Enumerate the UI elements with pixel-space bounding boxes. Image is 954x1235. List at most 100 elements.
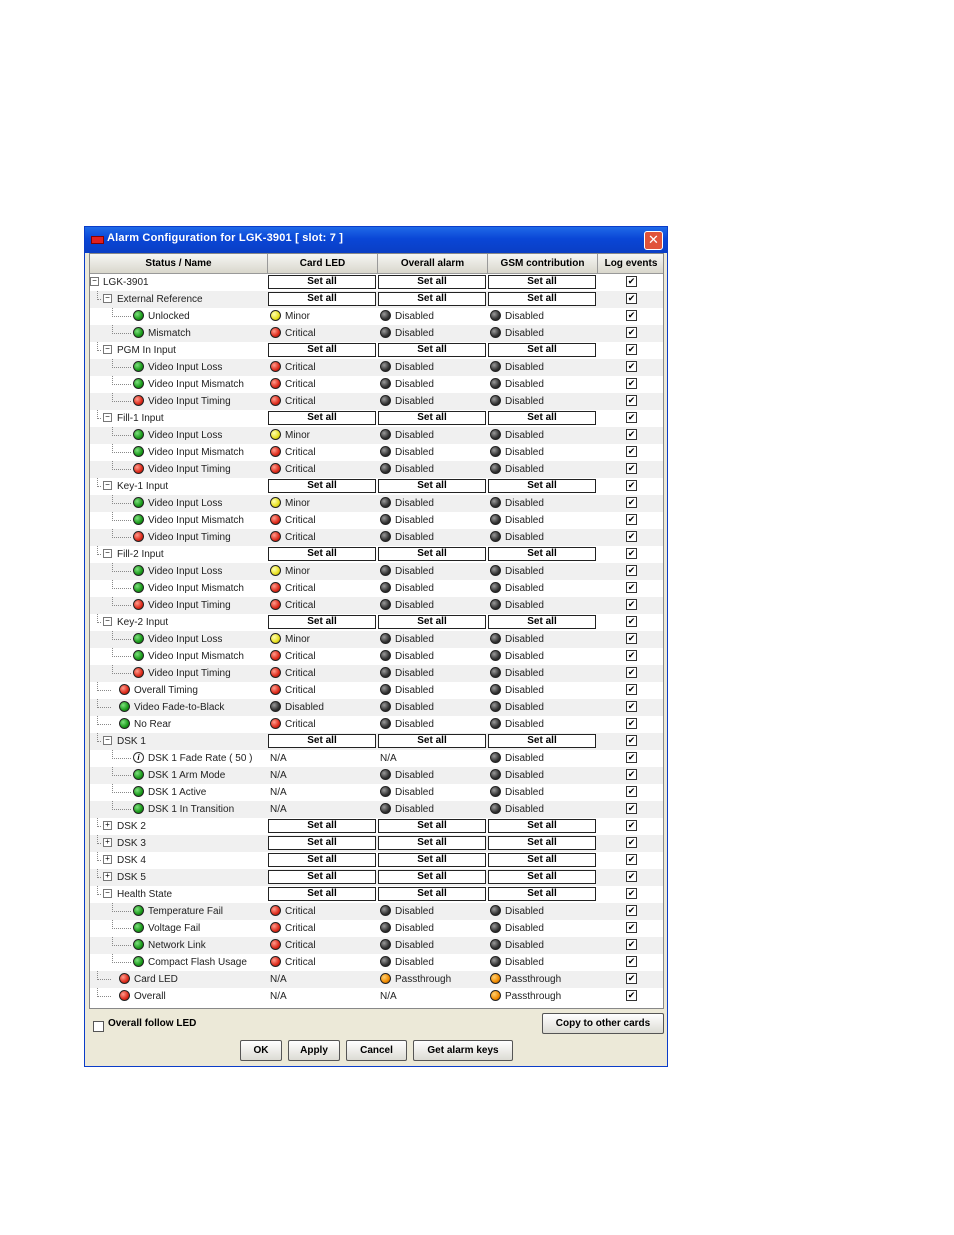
gsm-value[interactable]: Disabled [490,716,544,733]
apply-button[interactable]: Apply [288,1040,340,1061]
log-events-checkbox[interactable]: ✔ [626,480,637,491]
overall-alarm-value[interactable]: Disabled [380,597,434,614]
set-all-overall-alarm-button[interactable]: Set all [378,870,486,884]
gsm-value[interactable]: Disabled [490,665,544,682]
gsm-value[interactable]: Disabled [490,954,544,971]
card-led-value[interactable]: Critical [270,920,316,937]
overall-alarm-value[interactable]: Passthrough [380,971,451,988]
set-all-gsm-button[interactable]: Set all [488,734,596,748]
log-events-checkbox[interactable]: ✔ [626,973,637,984]
expand-icon[interactable]: + [103,821,112,830]
set-all-card-led-button[interactable]: Set all [268,819,376,833]
gsm-value[interactable]: Disabled [490,631,544,648]
card-led-value[interactable]: Minor [270,563,310,580]
set-all-card-led-button[interactable]: Set all [268,734,376,748]
card-led-value[interactable]: N/A [270,750,287,767]
gsm-value[interactable]: Disabled [490,597,544,614]
set-all-gsm-button[interactable]: Set all [488,615,596,629]
set-all-overall-alarm-button[interactable]: Set all [378,275,486,289]
gsm-value[interactable]: Disabled [490,393,544,410]
gsm-value[interactable]: Disabled [490,563,544,580]
log-events-checkbox[interactable]: ✔ [626,582,637,593]
header-overall-alarm[interactable]: Overall alarm [378,254,488,274]
log-events-checkbox[interactable]: ✔ [626,344,637,355]
log-events-checkbox[interactable]: ✔ [626,939,637,950]
collapse-icon[interactable]: − [103,889,112,898]
header-log-events[interactable]: Log events [598,254,663,274]
overall-alarm-value[interactable]: Disabled [380,444,434,461]
set-all-card-led-button[interactable]: Set all [268,411,376,425]
set-all-gsm-button[interactable]: Set all [488,547,596,561]
set-all-gsm-button[interactable]: Set all [488,819,596,833]
set-all-card-led-button[interactable]: Set all [268,343,376,357]
set-all-overall-alarm-button[interactable]: Set all [378,615,486,629]
set-all-overall-alarm-button[interactable]: Set all [378,479,486,493]
card-led-value[interactable]: N/A [270,801,287,818]
gsm-value[interactable]: Disabled [490,801,544,818]
set-all-gsm-button[interactable]: Set all [488,870,596,884]
card-led-value[interactable]: N/A [270,988,287,1005]
log-events-checkbox[interactable]: ✔ [626,327,637,338]
set-all-overall-alarm-button[interactable]: Set all [378,547,486,561]
ok-button[interactable]: OK [240,1040,282,1061]
log-events-checkbox[interactable]: ✔ [626,310,637,321]
expand-icon[interactable]: + [103,872,112,881]
overall-alarm-value[interactable]: Disabled [380,682,434,699]
gsm-value[interactable]: Disabled [490,512,544,529]
gsm-value[interactable]: Disabled [490,461,544,478]
log-events-checkbox[interactable]: ✔ [626,769,637,780]
set-all-overall-alarm-button[interactable]: Set all [378,343,486,357]
copy-to-other-cards-button[interactable]: Copy to other cards [542,1013,664,1034]
gsm-value[interactable]: Disabled [490,903,544,920]
get-alarm-keys-button[interactable]: Get alarm keys [413,1040,513,1061]
log-events-checkbox[interactable]: ✔ [626,786,637,797]
gsm-value[interactable]: Disabled [490,750,544,767]
log-events-checkbox[interactable]: ✔ [626,803,637,814]
set-all-gsm-button[interactable]: Set all [488,836,596,850]
set-all-card-led-button[interactable]: Set all [268,292,376,306]
card-led-value[interactable]: Critical [270,903,316,920]
overall-alarm-value[interactable]: Disabled [380,954,434,971]
card-led-value[interactable]: Critical [270,512,316,529]
log-events-checkbox[interactable]: ✔ [626,276,637,287]
log-events-checkbox[interactable]: ✔ [626,361,637,372]
gsm-value[interactable]: Disabled [490,308,544,325]
gsm-value[interactable]: Passthrough [490,971,561,988]
log-events-checkbox[interactable]: ✔ [626,871,637,882]
log-events-checkbox[interactable]: ✔ [626,752,637,763]
log-events-checkbox[interactable]: ✔ [626,837,637,848]
set-all-overall-alarm-button[interactable]: Set all [378,887,486,901]
log-events-checkbox[interactable]: ✔ [626,684,637,695]
overall-alarm-value[interactable]: Disabled [380,937,434,954]
overall-alarm-value[interactable]: Disabled [380,376,434,393]
overall-alarm-value[interactable]: Disabled [380,716,434,733]
set-all-card-led-button[interactable]: Set all [268,870,376,884]
set-all-card-led-button[interactable]: Set all [268,479,376,493]
log-events-checkbox[interactable]: ✔ [626,599,637,610]
card-led-value[interactable]: Critical [270,376,316,393]
log-events-checkbox[interactable]: ✔ [626,854,637,865]
set-all-card-led-button[interactable]: Set all [268,836,376,850]
set-all-gsm-button[interactable]: Set all [488,343,596,357]
overall-alarm-value[interactable]: Disabled [380,784,434,801]
collapse-icon[interactable]: − [103,413,112,422]
gsm-value[interactable]: Disabled [490,359,544,376]
title-bar[interactable]: Alarm Configuration for LGK-3901 [ slot:… [85,227,667,253]
card-led-value[interactable]: Minor [270,495,310,512]
overall-alarm-value[interactable]: Disabled [380,308,434,325]
card-led-value[interactable]: N/A [270,784,287,801]
set-all-card-led-button[interactable]: Set all [268,275,376,289]
log-events-checkbox[interactable]: ✔ [626,378,637,389]
gsm-value[interactable]: Disabled [490,495,544,512]
overall-follow-led-checkbox[interactable] [93,1021,104,1032]
card-led-value[interactable]: N/A [270,971,287,988]
set-all-overall-alarm-button[interactable]: Set all [378,853,486,867]
overall-alarm-value[interactable]: Disabled [380,580,434,597]
log-events-checkbox[interactable]: ✔ [626,463,637,474]
gsm-value[interactable]: Disabled [490,529,544,546]
set-all-overall-alarm-button[interactable]: Set all [378,819,486,833]
log-events-checkbox[interactable]: ✔ [626,718,637,729]
gsm-value[interactable]: Passthrough [490,988,561,1005]
log-events-checkbox[interactable]: ✔ [626,633,637,644]
gsm-value[interactable]: Disabled [490,682,544,699]
